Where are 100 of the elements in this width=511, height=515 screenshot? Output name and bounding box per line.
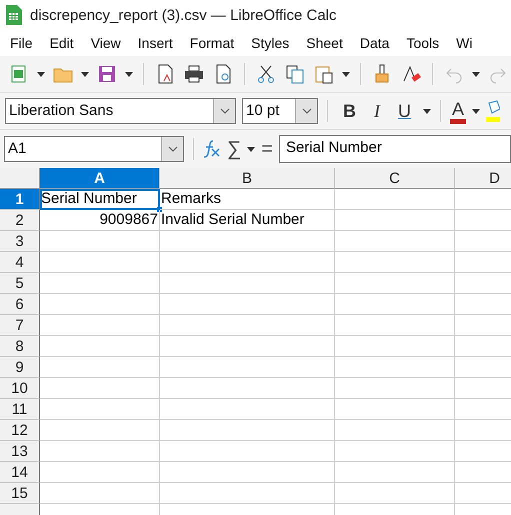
- row-header[interactable]: 3: [0, 231, 40, 252]
- bold-button[interactable]: B: [337, 97, 362, 125]
- table-cell[interactable]: [335, 294, 455, 315]
- menu-item[interactable]: Edit: [50, 35, 74, 51]
- table-cell[interactable]: [160, 231, 335, 252]
- table-cell[interactable]: [335, 357, 455, 378]
- table-cell[interactable]: [335, 462, 455, 483]
- table-cell[interactable]: [40, 462, 160, 483]
- highlight-icon[interactable]: [486, 99, 500, 123]
- table-cell[interactable]: [335, 189, 455, 210]
- formula-input-field[interactable]: Serial Number: [278, 135, 511, 163]
- table-cell[interactable]: [335, 399, 455, 420]
- table-cell[interactable]: [335, 231, 455, 252]
- row-header[interactable]: 6: [0, 294, 40, 315]
- table-cell[interactable]: [160, 399, 335, 420]
- row-header[interactable]: 13: [0, 441, 40, 462]
- row-header[interactable]: 5: [0, 273, 40, 294]
- table-cell[interactable]: [335, 441, 455, 462]
- row-header[interactable]: 7: [0, 315, 40, 336]
- table-cell[interactable]: [335, 483, 455, 504]
- spreadsheet-app-icon: [6, 5, 22, 25]
- function-wizard-icon[interactable]: [203, 139, 221, 159]
- menu-item[interactable]: Insert: [138, 35, 173, 51]
- table-cell[interactable]: [335, 252, 455, 273]
- table-cell[interactable]: Serial Number: [40, 189, 160, 210]
- row-header[interactable]: 1: [0, 189, 40, 210]
- save-icon[interactable]: [96, 63, 118, 85]
- table-cell[interactable]: [160, 420, 335, 441]
- table-cell[interactable]: [40, 252, 160, 273]
- table-cell[interactable]: [40, 273, 160, 294]
- chevron-down-icon: [168, 146, 178, 152]
- table-cell[interactable]: [160, 294, 335, 315]
- dropdown-arrow-icon: [37, 72, 45, 76]
- menu-item[interactable]: Format: [190, 35, 234, 51]
- table-cell[interactable]: [40, 420, 160, 441]
- column-header[interactable]: D: [455, 168, 511, 189]
- table-cell[interactable]: [40, 357, 160, 378]
- font-size-field[interactable]: 10 pt: [242, 98, 318, 124]
- italic-button[interactable]: I: [368, 97, 386, 125]
- dropdown-arrow-icon: [342, 72, 350, 76]
- table-cell[interactable]: [335, 420, 455, 441]
- table-cell[interactable]: [335, 315, 455, 336]
- row-header[interactable]: 12: [0, 420, 40, 441]
- table-cell[interactable]: [40, 483, 160, 504]
- dropdown-arrow-icon: [125, 72, 133, 76]
- chevron-down-icon: [302, 108, 312, 114]
- scissors-icon[interactable]: [255, 63, 277, 85]
- table-cell[interactable]: Remarks: [160, 189, 335, 210]
- row-header[interactable]: 10: [0, 378, 40, 399]
- row-header[interactable]: 15: [0, 483, 40, 504]
- table-cell[interactable]: [335, 336, 455, 357]
- table-cell[interactable]: [40, 378, 160, 399]
- menu-item[interactable]: File: [10, 35, 33, 51]
- table-cell[interactable]: [160, 483, 335, 504]
- row-header[interactable]: 2: [0, 210, 40, 231]
- menu-item[interactable]: Wi: [456, 35, 472, 51]
- row-header[interactable]: 11: [0, 399, 40, 420]
- table-cell[interactable]: [40, 294, 160, 315]
- column-header[interactable]: C: [335, 168, 455, 189]
- printer-icon[interactable]: [183, 63, 205, 85]
- table-cell[interactable]: [40, 336, 160, 357]
- sum-button[interactable]: ∑: [227, 138, 242, 160]
- menu-item[interactable]: Tools: [406, 35, 440, 51]
- table-cell[interactable]: [335, 210, 455, 231]
- font-color-button[interactable]: A: [450, 98, 466, 124]
- table-cell[interactable]: [160, 441, 335, 462]
- row-header[interactable]: 8: [0, 336, 40, 357]
- table-cell[interactable]: [335, 273, 455, 294]
- copy-icon[interactable]: [284, 63, 306, 85]
- table-cell[interactable]: [160, 315, 335, 336]
- table-cell[interactable]: [335, 378, 455, 399]
- table-cell[interactable]: [160, 273, 335, 294]
- underline-button[interactable]: U: [392, 97, 417, 125]
- row-header[interactable]: 9: [0, 357, 40, 378]
- table-cell[interactable]: [160, 336, 335, 357]
- table-cell[interactable]: [40, 315, 160, 336]
- table-cell[interactable]: [160, 462, 335, 483]
- name-box[interactable]: A1: [4, 136, 184, 162]
- table-cell[interactable]: 9009867: [40, 210, 160, 231]
- formula-button[interactable]: =: [261, 138, 273, 160]
- table-cell[interactable]: [160, 357, 335, 378]
- menu-item[interactable]: Styles: [251, 35, 290, 51]
- row-header[interactable]: 4: [0, 252, 40, 273]
- table-cell[interactable]: [40, 441, 160, 462]
- menu-item[interactable]: Sheet: [306, 35, 343, 51]
- table-cell[interactable]: [40, 231, 160, 252]
- menu-item[interactable]: Data: [360, 35, 390, 51]
- font-name-field[interactable]: Liberation Sans: [5, 98, 236, 124]
- dropdown-arrow-icon: [423, 108, 431, 114]
- column-header[interactable]: A: [40, 168, 160, 189]
- table-cell[interactable]: [40, 399, 160, 420]
- column-header[interactable]: B: [160, 168, 335, 189]
- row-header[interactable]: 14: [0, 462, 40, 483]
- fill-handle[interactable]: [157, 207, 162, 212]
- table-cell[interactable]: [160, 378, 335, 399]
- menu-item[interactable]: View: [90, 35, 121, 51]
- table-cell[interactable]: Invalid Serial Number: [160, 210, 335, 231]
- chevron-down-icon: [220, 108, 230, 114]
- table-cell[interactable]: [160, 252, 335, 273]
- select-all-corner[interactable]: [0, 168, 40, 189]
